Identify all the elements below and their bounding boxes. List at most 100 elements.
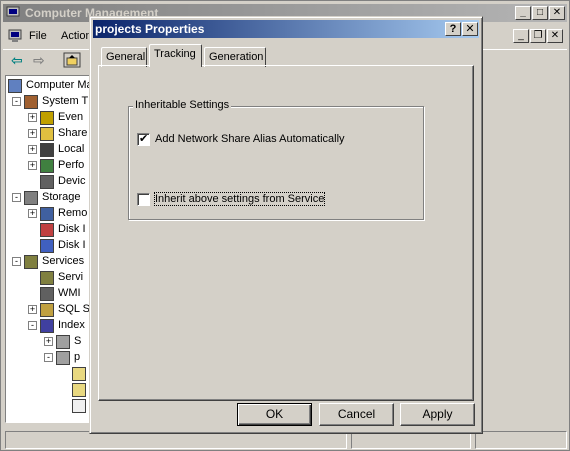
- tree-item[interactable]: + S: [6, 334, 90, 350]
- performance-icon: [40, 159, 54, 173]
- tree-item-label: Share: [58, 127, 88, 139]
- cancel-button[interactable]: Cancel: [319, 403, 394, 426]
- disk-defrag-icon: [40, 223, 54, 237]
- expand-icon[interactable]: +: [28, 145, 37, 154]
- tree-item[interactable]: + SQL S: [6, 302, 90, 318]
- shared-folder-icon: [40, 127, 54, 141]
- console-tree[interactable]: Computer Ma - System T + Even + Share + Local + Pe…: [5, 75, 91, 423]
- forward-arrow-icon[interactable]: ⇨: [33, 52, 45, 69]
- users-icon: [40, 143, 54, 157]
- tree-item-label: Disk I: [58, 223, 86, 235]
- folder-icon: [72, 367, 86, 381]
- tree-item[interactable]: + Perfo: [6, 158, 90, 174]
- computer-management-icon: [6, 6, 20, 19]
- status-cell-3: [475, 431, 567, 449]
- catalog-icon: [56, 351, 70, 365]
- tree-item-label: Disk I: [58, 239, 86, 251]
- expand-icon[interactable]: +: [44, 337, 53, 346]
- add-alias-checkbox-row[interactable]: ✔ Add Network Share Alias Automatically: [137, 133, 357, 147]
- tree-item[interactable]: -p: [6, 350, 90, 366]
- services-icon: [40, 271, 54, 285]
- expand-icon[interactable]: +: [28, 161, 37, 170]
- folder-icon: [72, 383, 86, 397]
- tree-item-label: Local: [58, 143, 85, 155]
- indexing-icon: [40, 319, 54, 333]
- collapse-icon[interactable]: -: [12, 257, 21, 266]
- tree-item[interactable]: + Local: [6, 142, 90, 158]
- tools-icon: [24, 95, 38, 109]
- tree-item[interactable]: + Remo: [6, 206, 90, 222]
- tree-item-label: S: [74, 335, 82, 347]
- back-arrow-icon[interactable]: ⇦: [11, 52, 23, 69]
- expand-icon[interactable]: +: [28, 305, 37, 314]
- inherit-checkbox-row[interactable]: Inherit above settings from Service: [137, 192, 337, 207]
- catalog-icon: [56, 335, 70, 349]
- event-viewer-icon: [40, 111, 54, 125]
- tab-tracking[interactable]: Tracking: [149, 44, 202, 67]
- tree-item[interactable]: - Storage: [6, 190, 90, 206]
- inherit-label[interactable]: Inherit above settings from Service: [153, 192, 326, 206]
- tree-item[interactable]: Computer Ma: [6, 78, 90, 94]
- tree-item[interactable]: Disk I: [6, 222, 90, 238]
- dialog-title-bar[interactable]: projects Properties ? ✕: [93, 20, 479, 38]
- collapse-icon[interactable]: -: [12, 97, 21, 106]
- tree-item[interactable]: + Even: [6, 110, 90, 126]
- collapse-icon[interactable]: -: [44, 353, 53, 362]
- tree-item[interactable]: [6, 366, 90, 382]
- tree-item-label: Even: [58, 111, 84, 123]
- services-icon: [24, 255, 38, 269]
- disk-management-icon: [40, 239, 54, 253]
- minimize-button[interactable]: _: [515, 6, 531, 20]
- tree-item[interactable]: Devic: [6, 174, 90, 190]
- inherit-checkbox[interactable]: [137, 193, 150, 206]
- expand-icon[interactable]: +: [28, 113, 37, 122]
- expand-icon[interactable]: +: [28, 209, 37, 218]
- ok-button[interactable]: OK: [237, 403, 312, 426]
- tree-item-label: p: [74, 351, 81, 363]
- removable-storage-icon: [40, 207, 54, 221]
- apply-button[interactable]: Apply: [400, 403, 475, 426]
- tree-item[interactable]: - Index: [6, 318, 90, 334]
- tree-item[interactable]: + Share: [6, 126, 90, 142]
- help-button[interactable]: ?: [445, 22, 461, 36]
- computer-icon: [8, 79, 22, 93]
- tree-item-label: Devic: [58, 175, 86, 187]
- menu-action[interactable]: Action: [61, 30, 92, 42]
- expand-icon[interactable]: +: [28, 129, 37, 138]
- tree-item-label: Services: [42, 255, 85, 267]
- maximize-button[interactable]: □: [532, 6, 548, 20]
- checkmark-icon: ✔: [139, 133, 149, 145]
- tree-item-label: Remo: [58, 207, 88, 219]
- inheritable-settings-group: Inheritable Settings ✔ Add Network Share…: [128, 99, 424, 220]
- tree-item[interactable]: - System T: [6, 94, 90, 110]
- child-minimize-button[interactable]: _: [513, 29, 529, 43]
- child-close-button[interactable]: ✕: [547, 29, 563, 43]
- up-one-level-icon[interactable]: [63, 52, 81, 68]
- tab-generation[interactable]: Generation: [204, 47, 266, 67]
- tree-item-label: Perfo: [58, 159, 85, 171]
- tree-item-label: Storage: [42, 191, 81, 203]
- collapse-icon[interactable]: -: [28, 321, 37, 330]
- add-alias-checkbox[interactable]: ✔: [137, 133, 150, 146]
- tab-general[interactable]: General: [101, 47, 147, 67]
- add-alias-label[interactable]: Add Network Share Alias Automatically: [155, 133, 345, 145]
- document-icon: [72, 399, 86, 413]
- tree-item-label: SQL S: [58, 303, 90, 315]
- tree-item[interactable]: [6, 382, 90, 398]
- collapse-icon[interactable]: -: [12, 193, 21, 202]
- close-button[interactable]: ✕: [549, 6, 565, 20]
- tree-item[interactable]: Servi: [6, 270, 90, 286]
- wmi-icon: [40, 287, 54, 301]
- dialog-close-button[interactable]: ✕: [462, 22, 478, 36]
- menu-file[interactable]: File: [29, 30, 47, 42]
- tree-item-label: System T: [42, 95, 89, 107]
- storage-icon: [24, 191, 38, 205]
- tree-item[interactable]: WMI: [6, 286, 90, 302]
- group-legend: Inheritable Settings: [133, 99, 232, 111]
- tree-item-label: Servi: [58, 271, 84, 283]
- child-restore-button[interactable]: ❐: [530, 29, 546, 43]
- tree-item[interactable]: - Services: [6, 254, 90, 270]
- tree-item-label: WMI: [58, 287, 81, 299]
- tree-item[interactable]: [6, 398, 90, 414]
- tree-item[interactable]: Disk I: [6, 238, 90, 254]
